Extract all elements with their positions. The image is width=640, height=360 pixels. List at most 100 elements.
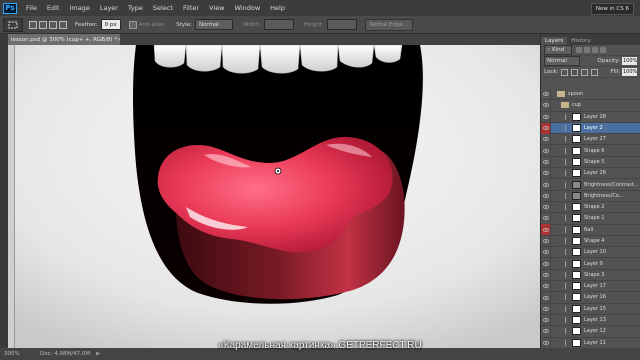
menu-filter[interactable]: Filter bbox=[178, 4, 204, 12]
visibility-eye-icon[interactable] bbox=[541, 269, 551, 281]
visibility-eye-icon[interactable] bbox=[541, 235, 551, 247]
layer-name: Brightness/Contrast... bbox=[584, 181, 639, 188]
layer-row[interactable]: Layer 26 bbox=[541, 167, 640, 180]
layer-row[interactable]: Shape 2 bbox=[541, 201, 640, 214]
visibility-eye-icon[interactable] bbox=[541, 88, 551, 100]
visibility-eye-icon[interactable] bbox=[541, 99, 551, 111]
height-input[interactable] bbox=[326, 19, 357, 30]
layer-row[interactable]: Shape 1 bbox=[541, 212, 640, 225]
tool-preset-picker[interactable] bbox=[3, 17, 23, 32]
layer-row[interactable]: Shape 6 bbox=[541, 145, 640, 157]
lock-all-icon[interactable] bbox=[591, 68, 599, 76]
visibility-eye-icon[interactable] bbox=[541, 111, 551, 123]
visibility-eye-icon[interactable] bbox=[541, 224, 551, 236]
clip-indicator-icon bbox=[565, 328, 570, 335]
lock-position-icon[interactable] bbox=[581, 68, 589, 76]
layer-thumbnail bbox=[572, 157, 581, 166]
new-in-cs6-button[interactable]: New in CS 6 bbox=[590, 3, 634, 15]
visibility-eye-icon[interactable] bbox=[541, 258, 551, 270]
visibility-eye-icon[interactable] bbox=[541, 190, 551, 202]
visibility-eye-icon[interactable] bbox=[541, 133, 551, 145]
layer-row[interactable]: Shape 5 bbox=[541, 156, 640, 169]
layer-row[interactable]: Layer 10 bbox=[541, 246, 640, 259]
visibility-eye-icon[interactable] bbox=[541, 325, 551, 337]
menu-layer[interactable]: Layer bbox=[95, 4, 123, 12]
layer-row[interactable]: Shape 4 bbox=[541, 235, 640, 248]
layer-row[interactable]: Layer 12 bbox=[541, 325, 640, 338]
layers-panel: Layers History ⌕ Kind Normal Opacity: 10… bbox=[540, 34, 640, 349]
add-selection-icon[interactable] bbox=[39, 20, 47, 29]
new-selection-icon[interactable] bbox=[29, 20, 37, 29]
document-tab[interactable]: lesson.psd @ 300% (cup+ +, RGB/8) * × bbox=[8, 34, 120, 45]
layer-name: Shape 3 bbox=[584, 271, 605, 278]
adjustment-thumbnail bbox=[572, 191, 581, 200]
pixel-filter-icon[interactable] bbox=[576, 47, 582, 53]
visibility-eye-icon[interactable] bbox=[541, 246, 551, 258]
visibility-eye-icon[interactable] bbox=[541, 122, 551, 134]
menu-edit[interactable]: Edit bbox=[42, 4, 65, 12]
document-canvas[interactable] bbox=[8, 45, 540, 348]
antialias-checkbox[interactable] bbox=[128, 20, 137, 29]
width-input[interactable] bbox=[263, 19, 294, 30]
layer-row[interactable]: Shape 3 bbox=[541, 269, 640, 282]
adjustment-thumbnail bbox=[572, 180, 581, 189]
menu-window[interactable]: Window bbox=[230, 4, 266, 12]
clip-indicator-icon bbox=[565, 125, 570, 132]
menu-help[interactable]: Help bbox=[265, 4, 290, 12]
layer-row[interactable]: Brightness/Co... bbox=[541, 190, 640, 202]
refine-edge-button[interactable]: Refine Edge... bbox=[364, 18, 413, 31]
layer-row[interactable]: cup bbox=[541, 99, 640, 112]
lock-image-icon[interactable] bbox=[571, 68, 579, 76]
clip-indicator-icon bbox=[565, 283, 570, 290]
visibility-eye-icon[interactable] bbox=[541, 145, 551, 157]
layer-row[interactable]: Layer 28 bbox=[541, 111, 640, 123]
layer-row[interactable]: Ball bbox=[541, 224, 640, 236]
blend-mode-dropdown[interactable]: Normal bbox=[544, 56, 580, 66]
kind-filter-dropdown[interactable]: ⌕ Kind bbox=[544, 45, 572, 55]
layer-row[interactable]: spoon bbox=[541, 88, 640, 101]
layer-name: Layer 13 bbox=[584, 317, 606, 324]
layer-row[interactable]: Layer 27 bbox=[541, 133, 640, 146]
layer-row[interactable]: Layer 17 bbox=[541, 280, 640, 293]
visibility-eye-icon[interactable] bbox=[541, 314, 551, 326]
layer-name: Shape 6 bbox=[584, 147, 605, 154]
style-dropdown[interactable]: Normal bbox=[194, 19, 233, 30]
tab-layers[interactable]: Layers bbox=[541, 37, 568, 45]
zoom-level[interactable]: 300% bbox=[4, 351, 28, 357]
visibility-eye-icon[interactable] bbox=[541, 179, 551, 191]
layer-thumbnail bbox=[572, 293, 581, 302]
layer-row[interactable]: Layer 15 bbox=[541, 303, 640, 315]
visibility-eye-icon[interactable] bbox=[541, 167, 551, 179]
marquee-tool-icon bbox=[8, 21, 18, 28]
opacity-input[interactable]: 100% bbox=[622, 57, 637, 65]
layer-thumbnail bbox=[572, 169, 581, 178]
adjustment-filter-icon[interactable] bbox=[584, 47, 590, 53]
layer-row[interactable]: Layer 9 bbox=[541, 258, 640, 270]
layer-row[interactable]: Layer 13 bbox=[541, 314, 640, 327]
visibility-eye-icon[interactable] bbox=[541, 303, 551, 315]
tab-history[interactable]: History bbox=[567, 37, 595, 45]
status-menu-arrow-icon[interactable]: ▶ bbox=[96, 351, 100, 357]
layer-row[interactable]: Layer 16 bbox=[541, 292, 640, 304]
menu-type[interactable]: Type bbox=[123, 4, 148, 12]
visibility-eye-icon[interactable] bbox=[541, 280, 551, 292]
fill-input[interactable]: 100% bbox=[622, 68, 637, 76]
visibility-eye-icon[interactable] bbox=[541, 292, 551, 303]
layer-row[interactable]: Brightness/Contrast... bbox=[541, 179, 640, 191]
layers-list: spoon cup Layer 28 Layer 2 Layer 27 Shape 6 Sh… bbox=[541, 88, 640, 349]
menu-view[interactable]: View bbox=[204, 4, 229, 12]
lock-transparent-icon[interactable] bbox=[561, 68, 569, 76]
intersect-selection-icon[interactable] bbox=[59, 20, 67, 29]
shape-filter-icon[interactable] bbox=[600, 47, 606, 53]
visibility-eye-icon[interactable] bbox=[541, 212, 551, 224]
menu-select[interactable]: Select bbox=[148, 4, 178, 12]
layer-row[interactable]: Layer 2 bbox=[541, 122, 640, 135]
type-filter-icon[interactable] bbox=[592, 47, 598, 53]
clip-indicator-icon bbox=[565, 238, 570, 244]
feather-input[interactable]: 0 px bbox=[100, 19, 121, 30]
visibility-eye-icon[interactable] bbox=[541, 156, 551, 168]
menu-file[interactable]: File bbox=[21, 4, 42, 12]
visibility-eye-icon[interactable] bbox=[541, 201, 551, 213]
subtract-selection-icon[interactable] bbox=[49, 20, 57, 29]
menu-image[interactable]: Image bbox=[64, 4, 94, 12]
